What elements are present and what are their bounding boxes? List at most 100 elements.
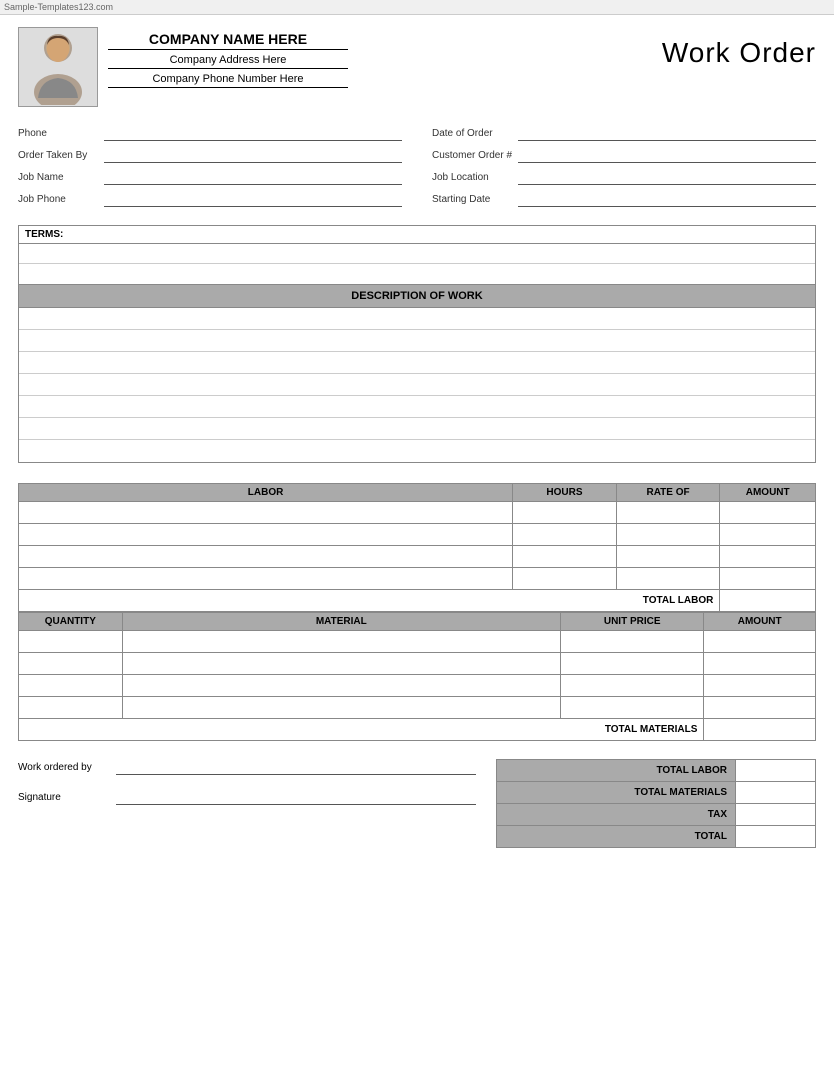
labor-rate-4[interactable] <box>616 568 720 590</box>
desc-row-4 <box>19 374 815 396</box>
materials-table: QUANTITY MATERIAL UNIT PRICE AMOUNT <box>18 612 816 741</box>
mat-unit-2[interactable] <box>560 653 703 675</box>
labor-hours-3[interactable] <box>513 546 617 568</box>
date-of-order-row: Date of Order <box>432 125 816 141</box>
job-name-input[interactable] <box>104 169 402 185</box>
desc-row-5 <box>19 396 815 418</box>
labor-desc-4[interactable] <box>19 568 513 590</box>
form-section: Phone Order Taken By Job Name Job Phone <box>18 125 816 207</box>
total-labor-row: TOTAL LABOR <box>19 590 816 612</box>
date-of-order-input[interactable] <box>518 125 816 141</box>
total-mat-empty <box>19 719 561 741</box>
labor-rate-1[interactable] <box>616 502 720 524</box>
description-header: DESCRIPTION OF WORK <box>18 285 816 308</box>
total-labor-label: TOTAL LABOR <box>616 590 720 612</box>
header-section: COMPANY NAME HERE Company Address Here C… <box>18 27 816 107</box>
work-ordered-line <box>116 759 476 775</box>
total-materials-value[interactable] <box>704 719 816 741</box>
labor-amount-4[interactable] <box>720 568 816 590</box>
mat-desc-3[interactable] <box>122 675 560 697</box>
labor-desc-3[interactable] <box>19 546 513 568</box>
materials-header-row: QUANTITY MATERIAL UNIT PRICE AMOUNT <box>19 613 816 631</box>
job-phone-label: Job Phone <box>18 194 98 205</box>
mat-qty-4[interactable] <box>19 697 123 719</box>
customer-order-input[interactable] <box>518 147 816 163</box>
summary-total-materials-value[interactable] <box>736 782 816 804</box>
work-ordered-label: Work ordered by <box>18 762 108 773</box>
form-left-col: Phone Order Taken By Job Name Job Phone <box>18 125 402 207</box>
phone-field-row: Phone <box>18 125 402 141</box>
customer-order-label: Customer Order # <box>432 150 512 161</box>
signature-line <box>116 789 476 805</box>
desc-row-6 <box>19 418 815 440</box>
total-materials-label: TOTAL MATERIALS <box>560 719 703 741</box>
labor-hours-4[interactable] <box>513 568 617 590</box>
summary-totals-table: TOTAL LABOR TOTAL MATERIALS TAX <box>496 759 816 848</box>
mat-desc-2[interactable] <box>122 653 560 675</box>
labor-amount-1[interactable] <box>720 502 816 524</box>
mat-unit-3[interactable] <box>560 675 703 697</box>
summary-total-labor-value[interactable] <box>736 760 816 782</box>
description-rows <box>18 308 816 463</box>
mat-qty-2[interactable] <box>19 653 123 675</box>
mat-amount-2[interactable] <box>704 653 816 675</box>
hours-col-header: HOURS <box>513 484 617 502</box>
summary-total-labor-label: TOTAL LABOR <box>497 760 736 782</box>
phone-input[interactable] <box>104 125 402 141</box>
starting-date-label: Starting Date <box>432 194 512 205</box>
labor-rate-3[interactable] <box>616 546 720 568</box>
order-taken-by-label: Order Taken By <box>18 150 98 161</box>
mat-amount-3[interactable] <box>704 675 816 697</box>
summary-total-labor-row: TOTAL LABOR <box>497 760 816 782</box>
avatar <box>18 27 98 107</box>
mat-row-1 <box>19 631 816 653</box>
labor-hours-1[interactable] <box>513 502 617 524</box>
labor-desc-1[interactable] <box>19 502 513 524</box>
summary-total-row: TOTAL <box>497 826 816 848</box>
desc-row-7 <box>19 440 815 462</box>
work-ordered-row: Work ordered by <box>18 759 476 775</box>
labor-amount-2[interactable] <box>720 524 816 546</box>
job-phone-row: Job Phone <box>18 191 402 207</box>
job-phone-input[interactable] <box>104 191 402 207</box>
summary-total-materials-row: TOTAL MATERIALS <box>497 782 816 804</box>
labor-rate-2[interactable] <box>616 524 720 546</box>
company-block: COMPANY NAME HERE Company Address Here C… <box>18 27 348 107</box>
labor-row-4 <box>19 568 816 590</box>
mat-amount-1[interactable] <box>704 631 816 653</box>
job-location-input[interactable] <box>518 169 816 185</box>
order-taken-by-input[interactable] <box>104 147 402 163</box>
company-info: COMPANY NAME HERE Company Address Here C… <box>108 27 348 92</box>
summary-total-label: TOTAL <box>497 826 736 848</box>
mat-unit-4[interactable] <box>560 697 703 719</box>
mat-desc-4[interactable] <box>122 697 560 719</box>
labor-amount-3[interactable] <box>720 546 816 568</box>
watermark: Sample-Templates123.com <box>0 0 834 15</box>
labor-amount-col-header: AMOUNT <box>720 484 816 502</box>
mat-desc-1[interactable] <box>122 631 560 653</box>
mat-amount-col-header: AMOUNT <box>704 613 816 631</box>
person-icon <box>28 30 88 105</box>
signature-row: Signature <box>18 789 476 805</box>
unit-price-col-header: UNIT PRICE <box>560 613 703 631</box>
quantity-col-header: QUANTITY <box>19 613 123 631</box>
labor-hours-2[interactable] <box>513 524 617 546</box>
summary-tax-value[interactable] <box>736 804 816 826</box>
mat-amount-4[interactable] <box>704 697 816 719</box>
starting-date-input[interactable] <box>518 191 816 207</box>
mat-row-3 <box>19 675 816 697</box>
mat-unit-1[interactable] <box>560 631 703 653</box>
total-materials-row: TOTAL MATERIALS <box>19 719 816 741</box>
form-right-col: Date of Order Customer Order # Job Locat… <box>432 125 816 207</box>
terms-section: TERMS: <box>18 225 816 285</box>
mat-row-2 <box>19 653 816 675</box>
job-location-row: Job Location <box>432 169 816 185</box>
mat-qty-1[interactable] <box>19 631 123 653</box>
labor-row-2 <box>19 524 816 546</box>
summary-tax-row: TAX <box>497 804 816 826</box>
terms-row-2 <box>19 264 815 284</box>
total-labor-value[interactable] <box>720 590 816 612</box>
summary-total-value[interactable] <box>736 826 816 848</box>
labor-desc-2[interactable] <box>19 524 513 546</box>
mat-qty-3[interactable] <box>19 675 123 697</box>
